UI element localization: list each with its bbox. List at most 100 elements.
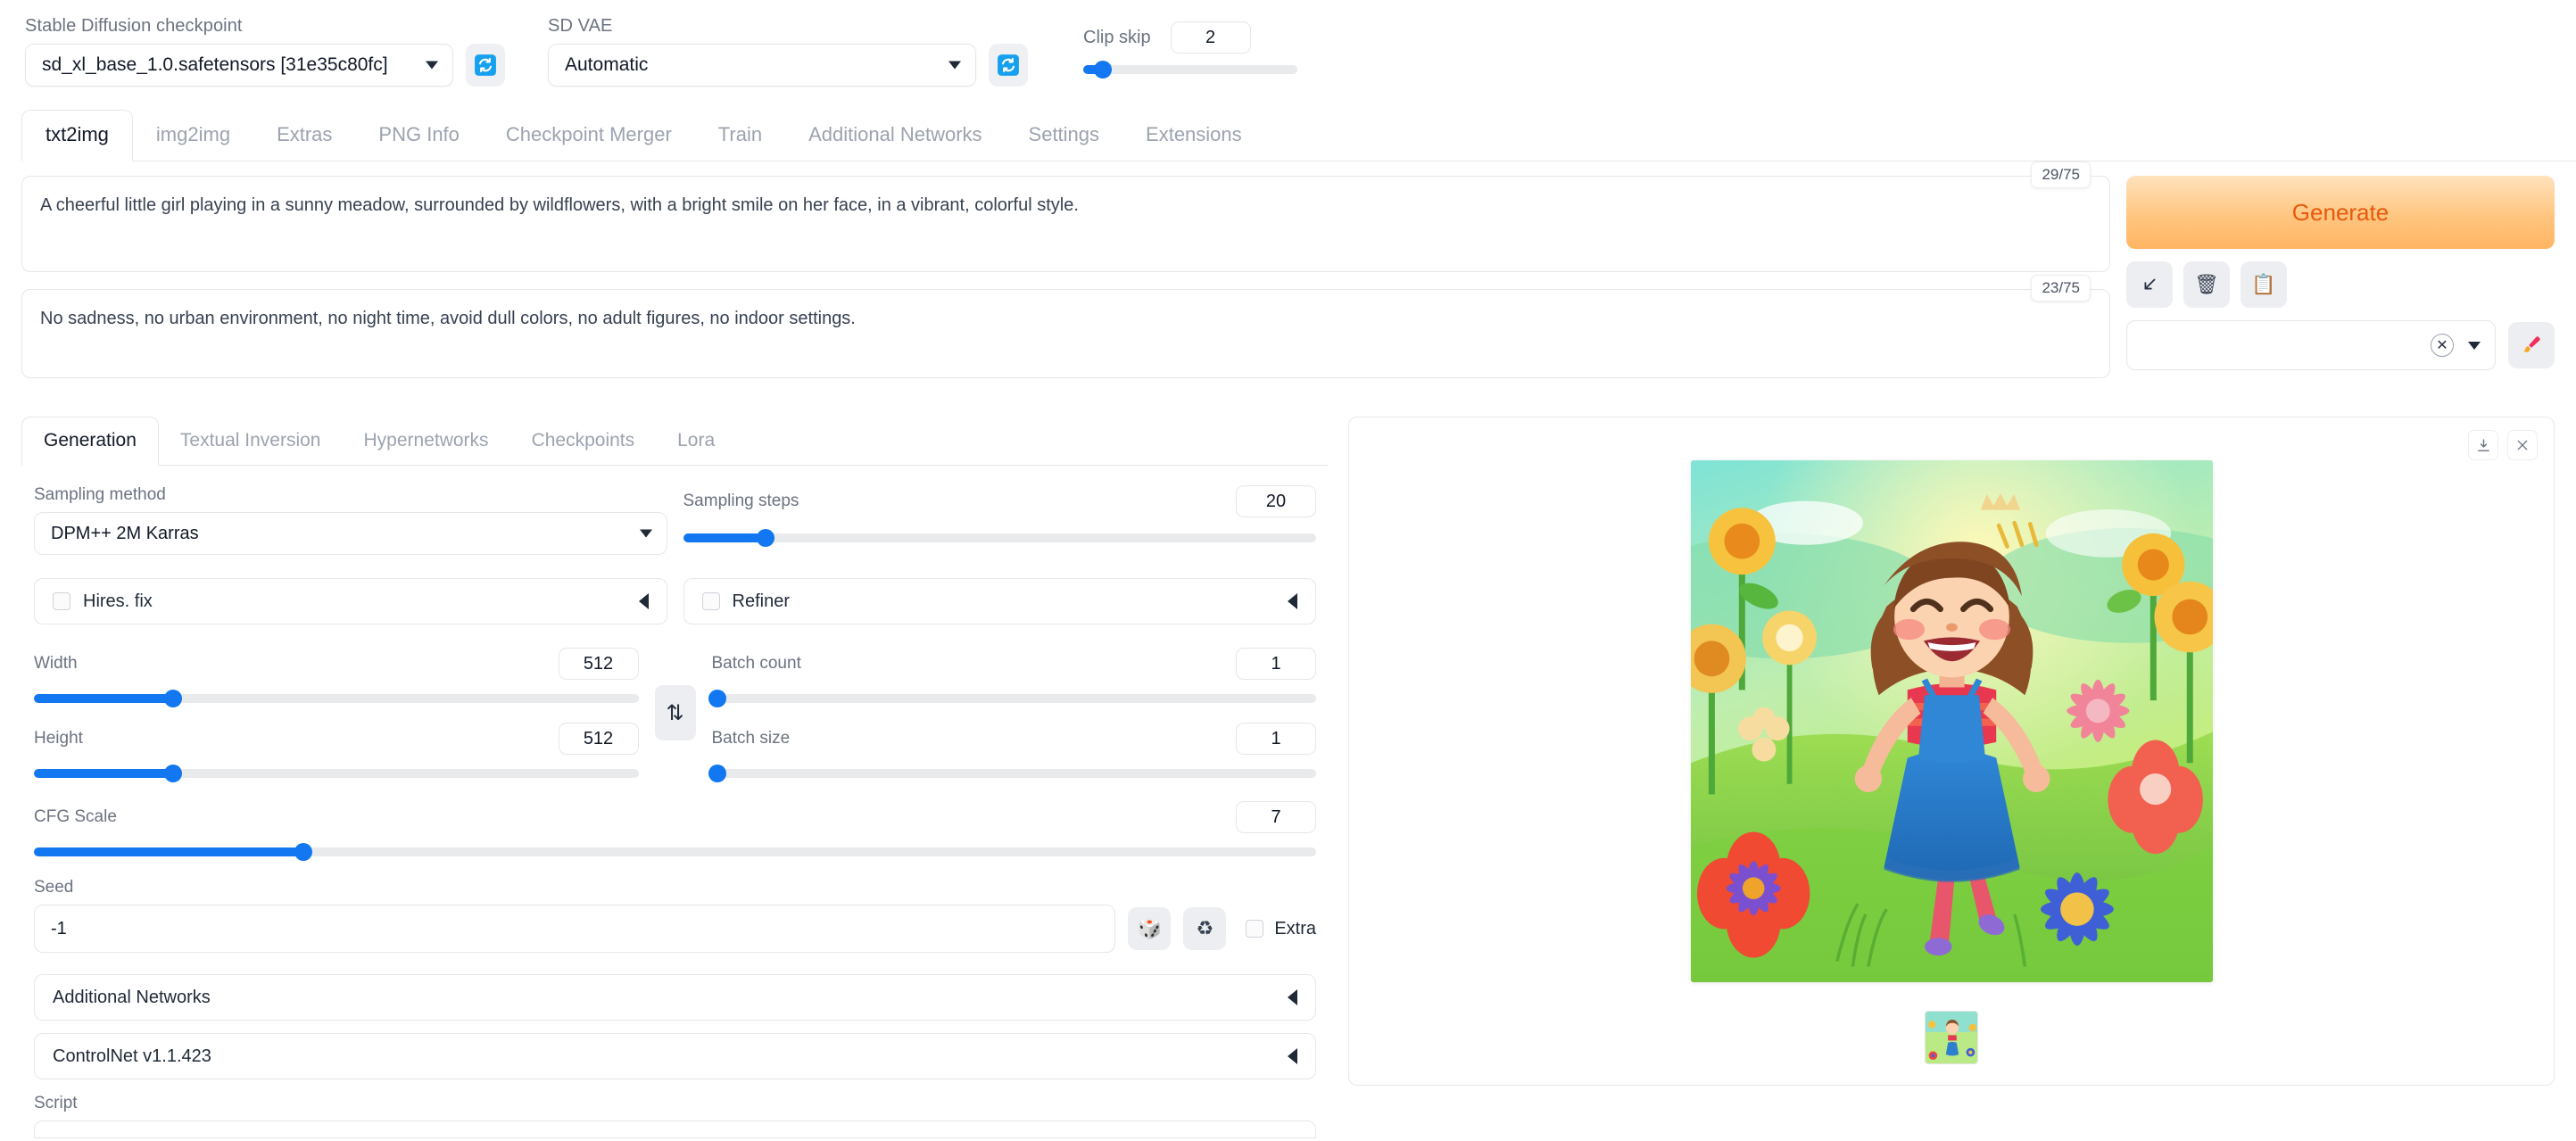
refresh-checkpoint-button[interactable]: [466, 44, 505, 87]
tab-additional-networks[interactable]: Additional Networks: [785, 111, 1005, 161]
subtab-textual-inversion[interactable]: Textual Inversion: [159, 418, 343, 465]
negative-prompt-wrap: 23/75: [21, 275, 2110, 383]
subtab-checkpoints[interactable]: Checkpoints: [510, 418, 657, 465]
reuse-seed-button[interactable]: ♻: [1183, 907, 1227, 950]
width-value[interactable]: 512: [558, 648, 639, 680]
batch-size-value[interactable]: 1: [1236, 723, 1316, 755]
hires-fix-label: Hires. fix: [83, 591, 153, 611]
batch-group: Batch count 1 Batch size 1: [708, 648, 1316, 782]
clip-skip-value[interactable]: 2: [1170, 21, 1251, 54]
tab-img2img[interactable]: img2img: [133, 111, 253, 161]
slider-knob[interactable]: [708, 765, 727, 782]
refresh-icon: [998, 54, 1019, 76]
seed-field: Seed -1 🎲 ♻ Extra: [34, 878, 1316, 953]
prompt-tool-row: 🗑 📋: [2126, 261, 2555, 308]
refresh-vae-button[interactable]: [989, 44, 1028, 87]
styles-select[interactable]: ✕: [2126, 320, 2496, 370]
slider-knob[interactable]: [708, 690, 727, 707]
recycle-icon: ♻: [1196, 917, 1214, 939]
prompt-inputs: 29/75 23/75: [21, 161, 2110, 395]
close-image-button[interactable]: [2507, 430, 2538, 460]
generated-image[interactable]: [1690, 460, 2213, 982]
read-generation-params-button[interactable]: [2126, 261, 2173, 308]
batch-count-field: Batch count 1: [708, 648, 1316, 707]
slider-knob[interactable]: [1093, 61, 1112, 79]
result-toolbar: [2468, 430, 2538, 460]
tab-txt2img[interactable]: txt2img: [21, 110, 133, 161]
result-panel: [1348, 417, 2555, 1086]
cfg-scale-field: CFG Scale 7: [34, 801, 1316, 861]
refresh-icon: [475, 54, 496, 76]
slider-knob[interactable]: [163, 765, 182, 782]
sampling-method-value: DPM++ 2M Karras: [51, 523, 199, 543]
subtab-hypernetworks[interactable]: Hypernetworks: [343, 418, 510, 465]
result-thumbnail[interactable]: [1925, 1011, 1978, 1064]
additional-networks-accordion[interactable]: Additional Networks: [34, 974, 1316, 1021]
swap-dimensions-button[interactable]: ⇅: [654, 685, 696, 740]
main-tab-bar: txt2img img2img Extras PNG Info Checkpoi…: [21, 110, 2576, 161]
height-slider[interactable]: [34, 765, 639, 782]
tab-png-info[interactable]: PNG Info: [355, 111, 482, 161]
clip-skip-field: Clip skip 2: [1083, 16, 1297, 79]
seed-label: Seed: [34, 878, 74, 897]
tab-extensions[interactable]: Extensions: [1122, 111, 1265, 161]
lower-split: Generation Textual Inversion Hypernetwor…: [0, 417, 2576, 1138]
generation-settings-column: Generation Textual Inversion Hypernetwor…: [21, 417, 1329, 1138]
subtab-lora[interactable]: Lora: [656, 418, 736, 465]
height-label: Height: [34, 729, 83, 748]
clip-skip-label: Clip skip: [1083, 27, 1151, 47]
negative-prompt-input[interactable]: [21, 289, 2110, 378]
sampling-steps-slider[interactable]: [683, 529, 1316, 547]
sampling-steps-value[interactable]: 20: [1236, 485, 1316, 517]
generate-button[interactable]: Generate: [2126, 176, 2555, 249]
generate-pane: Generate 🗑 📋 ✕: [2126, 176, 2555, 395]
refiner-checkbox[interactable]: [701, 592, 720, 610]
positive-prompt-input[interactable]: [21, 176, 2110, 272]
sampling-method-select[interactable]: DPM++ 2M Karras: [34, 512, 667, 555]
vae-select[interactable]: Automatic: [548, 44, 976, 87]
slider-fill: [683, 533, 766, 542]
subtab-generation[interactable]: Generation: [21, 417, 159, 466]
checkpoint-label: Stable Diffusion checkpoint: [25, 16, 243, 36]
extra-checkbox[interactable]: [1246, 920, 1264, 938]
checkpoint-select[interactable]: sd_xl_base_1.0.safetensors [31e35c80fc]: [25, 44, 453, 87]
script-label: Script: [34, 1094, 78, 1112]
random-seed-button[interactable]: 🎲: [1128, 907, 1172, 950]
checkpoint-value: sd_xl_base_1.0.safetensors [31e35c80fc]: [42, 54, 388, 75]
download-image-button[interactable]: [2468, 430, 2498, 460]
seed-input[interactable]: -1: [34, 905, 1116, 953]
height-value[interactable]: 512: [558, 723, 639, 755]
positive-token-counter: 29/75: [2031, 161, 2091, 188]
hires-fix-accordion[interactable]: Hires. fix: [34, 578, 667, 624]
edit-styles-button[interactable]: [2508, 322, 2555, 368]
slider-fill: [34, 769, 173, 778]
sampling-method-label: Sampling method: [34, 485, 166, 504]
controlnet-accordion[interactable]: ControlNet v1.1.423: [34, 1033, 1316, 1079]
result-thumbnail-canvas: [1926, 1012, 1977, 1063]
tab-checkpoint-merger[interactable]: Checkpoint Merger: [483, 111, 695, 161]
tab-extras[interactable]: Extras: [253, 111, 355, 161]
batch-count-value[interactable]: 1: [1236, 648, 1316, 680]
batch-size-slider[interactable]: [708, 765, 1316, 782]
batch-count-slider[interactable]: [708, 690, 1316, 707]
cfg-scale-label: CFG Scale: [34, 807, 117, 826]
slider-knob[interactable]: [294, 843, 312, 861]
cfg-scale-slider[interactable]: [34, 843, 1316, 861]
tab-train[interactable]: Train: [695, 111, 785, 161]
script-select[interactable]: [34, 1120, 1316, 1138]
chevron-down-icon: [426, 61, 438, 70]
tab-settings[interactable]: Settings: [1006, 111, 1123, 161]
slider-knob[interactable]: [163, 690, 182, 707]
slider-knob[interactable]: [756, 529, 774, 547]
hires-fix-checkbox[interactable]: [53, 592, 70, 610]
clip-skip-slider[interactable]: [1083, 61, 1297, 79]
close-icon[interactable]: ✕: [2431, 334, 2454, 357]
chevron-left-icon: [1288, 1048, 1297, 1064]
clear-prompt-button[interactable]: 🗑: [2183, 261, 2230, 308]
sampling-method-field: Sampling method DPM++ 2M Karras: [34, 485, 667, 555]
apply-style-button[interactable]: 📋: [2241, 261, 2287, 308]
refiner-accordion[interactable]: Refiner: [683, 578, 1316, 624]
width-slider[interactable]: [34, 690, 639, 707]
cfg-scale-value[interactable]: 7: [1236, 801, 1316, 833]
vae-field: SD VAE Automatic: [548, 16, 1028, 87]
